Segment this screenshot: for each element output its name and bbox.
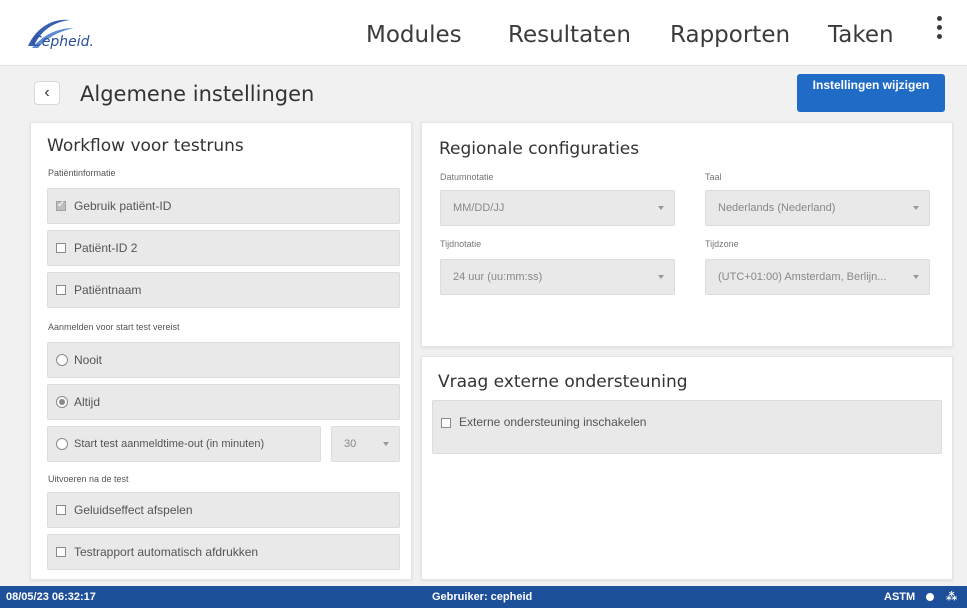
support-title: Vraag externe ondersteuning <box>438 372 688 392</box>
checkbox-label: Patiëntnaam <box>74 283 142 297</box>
chevron-down-icon <box>913 275 919 279</box>
checkbox-enable-remote-support[interactable]: Externe ondersteuning inschakelen <box>432 400 942 454</box>
nav-taken[interactable]: Taken <box>828 22 894 48</box>
radio-label: Altijd <box>74 395 101 409</box>
status-user: Gebruiker: cepheid <box>432 591 533 603</box>
radio-always[interactable]: Altijd <box>47 384 400 420</box>
timezone-select[interactable]: (UTC+01:00) Amsterdam, Berlijn... <box>705 259 930 295</box>
nav-resultaten[interactable]: Resultaten <box>508 22 631 48</box>
checkbox-label: Externe ondersteuning inschakelen <box>459 414 647 429</box>
time-format-label: Tijdnotatie <box>440 239 482 249</box>
page-title: Algemene instellingen <box>80 82 315 106</box>
edit-settings-button[interactable]: Instellingen wijzigen <box>797 74 945 112</box>
top-navigation-bar: Cepheid. Modules Resultaten Rapporten Ta… <box>0 0 967 66</box>
chevron-down-icon <box>658 275 664 279</box>
regional-title: Regionale configuraties <box>439 139 640 159</box>
network-icon: ⁂ <box>946 591 958 603</box>
checkbox-icon <box>56 505 66 515</box>
checkbox-use-patient-id[interactable]: Gebruik patiënt-ID <box>47 188 400 224</box>
chevron-down-icon <box>913 206 919 210</box>
after-test-label: Uitvoeren na de test <box>48 474 129 484</box>
language-label: Taal <box>705 172 722 182</box>
kebab-menu-icon[interactable] <box>932 16 946 46</box>
nav-rapporten[interactable]: Rapporten <box>670 22 790 48</box>
time-format-value: 24 uur (uu:mm:ss) <box>453 271 543 283</box>
back-button[interactable]: ‹ <box>34 81 60 105</box>
timeout-value: 30 <box>344 438 357 450</box>
date-format-label: Datumnotatie <box>440 172 494 182</box>
workflow-title: Workflow voor testruns <box>47 136 244 156</box>
checkbox-label: Patiënt-ID 2 <box>74 241 138 255</box>
timezone-value: (UTC+01:00) Amsterdam, Berlijn... <box>718 271 887 283</box>
radio-never[interactable]: Nooit <box>47 342 400 378</box>
language-select[interactable]: Nederlands (Nederland) <box>705 190 930 226</box>
checkbox-auto-print[interactable]: Testrapport automatisch afdrukken <box>47 534 400 570</box>
timeout-minutes-select[interactable]: 30 <box>331 426 400 462</box>
checkbox-play-sound[interactable]: Geluidseffect afspelen <box>47 492 400 528</box>
status-datetime: 08/05/23 06:32:17 <box>6 591 96 603</box>
patient-info-label: Patiëntinformatie <box>48 168 116 178</box>
date-format-select[interactable]: MM/DD/JJ <box>440 190 675 226</box>
checkbox-patient-name[interactable]: Patiëntnaam <box>47 272 400 308</box>
radio-selected-icon <box>56 396 68 408</box>
chevron-down-icon <box>383 442 389 446</box>
language-value: Nederlands (Nederland) <box>718 202 836 214</box>
checkbox-label: Testrapport automatisch afdrukken <box>74 545 259 559</box>
radio-label: Nooit <box>74 353 103 367</box>
checkbox-icon <box>56 285 66 295</box>
status-astm: ASTM <box>884 591 916 603</box>
logo-text: Cepheid. <box>32 34 94 50</box>
astm-status-icon <box>926 593 934 601</box>
checkbox-label: Gebruik patiënt-ID <box>74 199 172 213</box>
radio-label: Start test aanmeldtime-out (in minuten) <box>74 438 265 450</box>
nav-modules[interactable]: Modules <box>366 22 462 48</box>
checkbox-label: Geluidseffect afspelen <box>74 503 193 517</box>
checkbox-checked-icon <box>56 199 66 211</box>
checkbox-icon <box>56 547 66 557</box>
radio-icon <box>56 438 68 450</box>
status-bar: 08/05/23 06:32:17 Gebruiker: cepheid AST… <box>0 586 967 608</box>
time-format-select[interactable]: 24 uur (uu:mm:ss) <box>440 259 675 295</box>
checkbox-icon <box>56 243 66 253</box>
date-format-value: MM/DD/JJ <box>453 202 505 214</box>
checkbox-icon <box>441 418 451 428</box>
chevron-down-icon <box>658 206 664 210</box>
cepheid-logo: Cepheid. <box>22 14 132 54</box>
radio-icon <box>56 354 68 366</box>
radio-login-timeout[interactable]: Start test aanmeldtime-out (in minuten) <box>47 426 321 462</box>
login-required-label: Aanmelden voor start test vereist <box>48 322 180 332</box>
checkbox-patient-id-2[interactable]: Patiënt-ID 2 <box>47 230 400 266</box>
timezone-label: Tijdzone <box>705 239 739 249</box>
